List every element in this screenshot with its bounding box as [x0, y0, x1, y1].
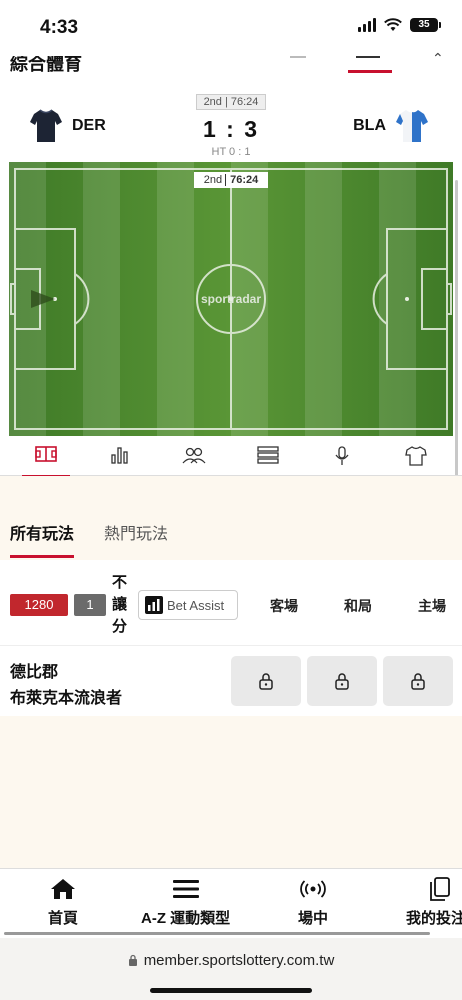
bet-assist-button[interactable]: Bet Assist [138, 590, 238, 620]
url-text: member.sportslottery.com.tw [143, 952, 335, 969]
bet-type-tabs: 所有玩法 熱門玩法 [10, 520, 168, 558]
clock-period: 2nd [203, 174, 223, 186]
provider-logo: sportradar [201, 292, 261, 306]
bet-assist-label: Bet Assist [167, 597, 225, 613]
top-header: 綜合體育 ⌃ [0, 50, 462, 76]
row-home-team: 德比郡 [10, 664, 59, 681]
tab-kits[interactable] [396, 446, 436, 470]
col-home: 主場 [418, 598, 446, 614]
nav-live-label: 場中 [298, 910, 329, 927]
market-header: 1280 1 不讓分 Bet Assist 客場 和局 主場 [0, 560, 462, 646]
lock-icon [128, 954, 137, 966]
home-icon [51, 879, 75, 899]
nav-live[interactable]: 場中 [298, 877, 328, 928]
jersey-icon [405, 446, 427, 466]
tab-statistics[interactable] [100, 446, 140, 470]
tab-all-bets[interactable]: 所有玩法 [10, 520, 75, 558]
collapse-icon[interactable]: ⌃ [432, 50, 444, 67]
tab-lineups[interactable] [174, 446, 214, 470]
pitch-icon [35, 446, 57, 462]
list-table-icon [257, 446, 279, 464]
nav-my-bets[interactable]: 我的投注 [406, 877, 462, 928]
halftime-score: HT 0 : 1 [211, 146, 251, 158]
hamburger-menu-icon [172, 880, 199, 898]
nav-az-label: A-Z 運動類型 [141, 910, 231, 927]
browser-address-bar[interactable]: member.sportslottery.com.tw [0, 938, 462, 1000]
my-bets-icon [430, 877, 450, 901]
col-away: 客場 [270, 598, 298, 614]
row-away-team: 布萊克本流浪者 [10, 690, 123, 707]
wifi-icon [384, 18, 402, 31]
nav-az-sports[interactable]: A-Z 運動類型 [141, 877, 230, 928]
col-draw: 和局 [344, 598, 372, 614]
score-header: 2nd | 76:24 DER 1 : 3 HT 0 : 1 BLA [0, 90, 462, 162]
bar-chart-icon [145, 596, 163, 614]
lock-icon [411, 673, 425, 690]
market-type-label: 不讓分 [112, 574, 128, 635]
away-team: BLA [353, 108, 428, 144]
status-icons: 35 [358, 18, 441, 32]
live-broadcast-icon [300, 880, 326, 898]
tab-standings[interactable] [248, 446, 288, 470]
tab-commentary[interactable] [322, 446, 362, 470]
tracker-view-icon[interactable] [356, 54, 380, 58]
odds-button-away[interactable] [231, 656, 301, 706]
status-time: 4:33 [40, 17, 79, 38]
active-view-indicator [348, 70, 392, 73]
clock-time: 76:24 [225, 174, 259, 186]
nav-scroll-indicator [4, 932, 430, 935]
nav-home[interactable]: 首頁 [48, 877, 78, 928]
microphone-icon [335, 446, 349, 465]
stats-bars-icon [111, 447, 128, 464]
bottom-navigation: 首頁 A-Z 運動類型 場中 我的投注 [0, 868, 462, 938]
page-title: 綜合體育 [10, 54, 82, 74]
tracker-tabs [0, 440, 462, 478]
lock-icon [335, 673, 349, 690]
menu-icon[interactable] [290, 56, 306, 58]
period-tag: 2nd | 76:24 [196, 94, 266, 110]
away-jersey-icon [396, 110, 428, 142]
odds-button-draw[interactable] [307, 656, 377, 706]
market-count-badge[interactable]: 1280 [10, 594, 68, 616]
away-team-name: BLA [353, 117, 386, 134]
match-tracker-pitch: sportradar 2nd 76:24 [9, 162, 453, 436]
lineup-people-icon [182, 447, 206, 464]
tab-hot-bets[interactable]: 熱門玩法 [104, 520, 168, 544]
market-number-badge[interactable]: 1 [74, 594, 106, 616]
status-bar: 4:33 35 [0, 0, 462, 56]
cellular-signal-icon [358, 18, 376, 32]
nav-home-label: 首頁 [48, 910, 79, 927]
match-clock: 2nd 76:24 [194, 172, 268, 188]
url-display[interactable]: member.sportslottery.com.tw [0, 952, 462, 969]
market-row: 德比郡 布萊克本流浪者 [0, 646, 462, 716]
tab-pitch[interactable] [22, 446, 70, 478]
nav-my-bets-label: 我的投注 [406, 910, 462, 927]
odds-button-home[interactable] [383, 656, 453, 706]
home-indicator[interactable] [150, 988, 312, 993]
pitch-graphic: sportradar [9, 162, 453, 436]
battery-icon: 35 [410, 18, 441, 32]
lock-icon [259, 673, 273, 690]
